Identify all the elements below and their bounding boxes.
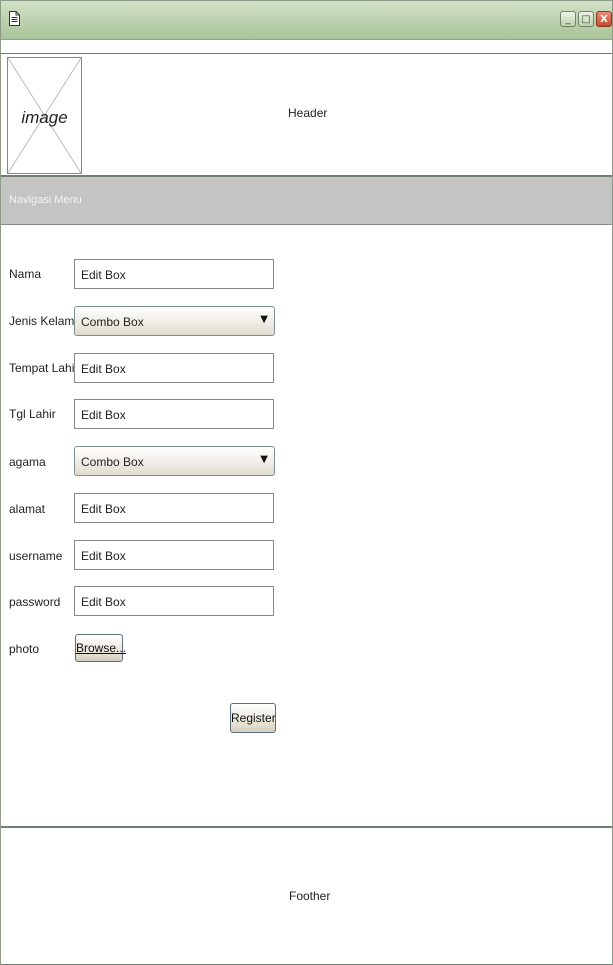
tempat-lahir-input-value: Edit Box	[81, 362, 126, 376]
password-input-value: Edit Box	[81, 595, 126, 609]
close-icon: X	[600, 14, 608, 25]
agama-value: Combo Box	[81, 455, 144, 469]
footer: Foother	[1, 826, 612, 965]
nama-label: Nama	[9, 267, 42, 281]
tempat-lahir-label: Tempat Lahir	[9, 361, 79, 375]
dropdown-arrow-icon: ▼	[260, 454, 268, 465]
alamat-input[interactable]: Edit Box	[74, 493, 274, 523]
minimize-icon: _	[565, 14, 571, 25]
navigation-menu-label: Navigasi Menu	[9, 194, 82, 206]
footer-text: Foother	[289, 889, 331, 903]
tgl-lahir-input-value: Edit Box	[81, 408, 126, 422]
alamat-input-value: Edit Box	[81, 502, 126, 516]
jenis-kelamin-select[interactable]: Combo Box ▼	[74, 306, 275, 336]
username-input[interactable]: Edit Box	[74, 540, 274, 570]
jenis-kelamin-label: Jenis Kelamin	[9, 314, 84, 328]
browse-button[interactable]: Browse...	[75, 634, 127, 662]
close-button[interactable]: X	[596, 11, 612, 27]
tgl-lahir-input[interactable]: Edit Box	[74, 399, 274, 429]
register-button[interactable]: Register	[230, 703, 276, 733]
app-window: _ □ X image Header Navigasi Menu Nama Ed…	[0, 0, 613, 965]
maximize-icon: □	[581, 14, 591, 25]
dropdown-arrow-icon: ▼	[260, 314, 268, 325]
agama-select[interactable]: Combo Box ▼	[74, 446, 275, 476]
image-placeholder: image	[7, 57, 82, 174]
agama-label: agama	[9, 455, 46, 469]
alamat-label: alamat	[9, 502, 46, 516]
maximize-button[interactable]: □	[578, 11, 594, 27]
navigation-menu[interactable]: Navigasi Menu	[1, 177, 612, 225]
minimize-button[interactable]: _	[560, 11, 576, 27]
username-label: username	[9, 549, 63, 563]
tgl-lahir-label: Tgl Lahir	[9, 407, 56, 421]
password-input[interactable]: Edit Box	[74, 586, 274, 616]
tempat-lahir-input[interactable]: Edit Box	[74, 353, 274, 383]
title-bar: _ □ X	[1, 1, 612, 40]
nama-input-value: Edit Box	[81, 268, 126, 282]
document-icon	[9, 11, 20, 26]
register-button-label: Register	[231, 711, 276, 725]
password-label: password	[9, 595, 61, 609]
username-input-value: Edit Box	[81, 549, 126, 563]
image-placeholder-label: image	[21, 108, 68, 127]
header: image Header	[1, 53, 612, 177]
header-title: Header	[288, 106, 328, 120]
jenis-kelamin-value: Combo Box	[81, 315, 144, 329]
nama-input[interactable]: Edit Box	[74, 259, 274, 289]
photo-label: photo	[9, 642, 40, 656]
browse-button-label: Browse...	[76, 641, 127, 655]
